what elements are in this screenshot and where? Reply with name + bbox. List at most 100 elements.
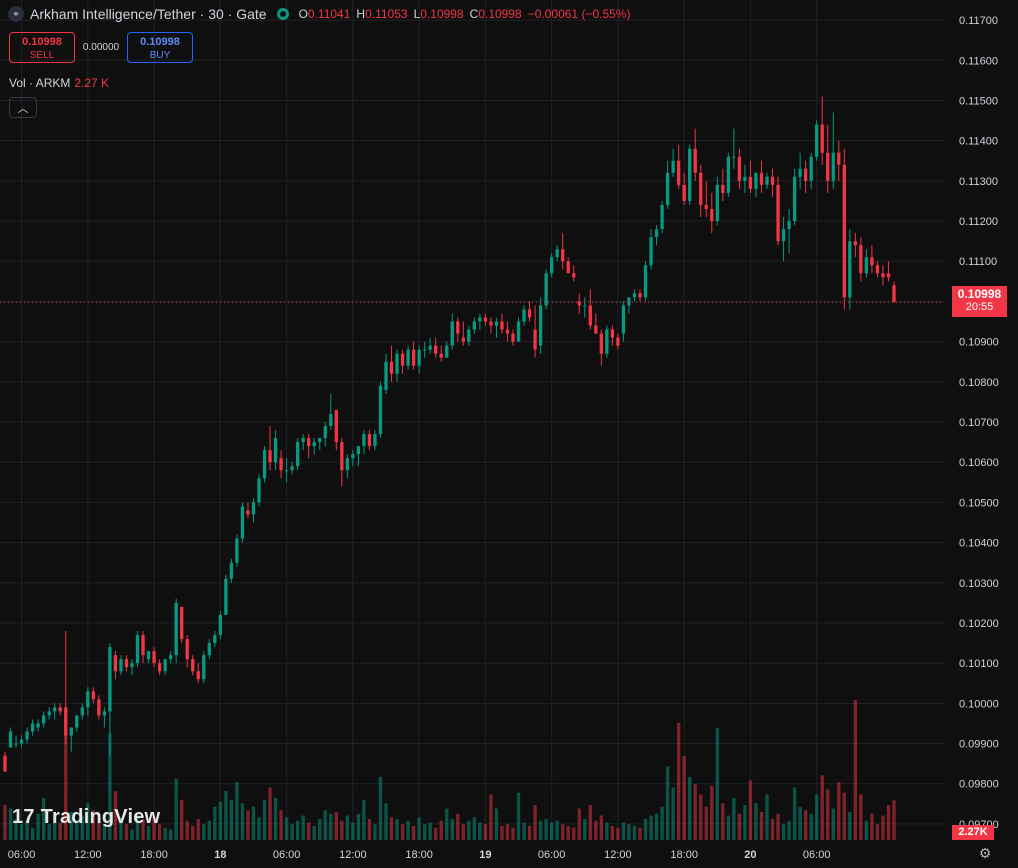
buy-price: 0.10998 — [140, 36, 180, 48]
candle-body — [318, 438, 322, 443]
price-tick-label: 0.11100 — [959, 256, 997, 268]
candle-body — [152, 651, 156, 664]
candle-body — [594, 325, 598, 334]
volume-bar — [301, 815, 305, 840]
volume-bar — [202, 824, 206, 840]
candle-body — [566, 261, 570, 274]
volume-bar — [721, 803, 725, 840]
volume-bar — [566, 826, 570, 840]
volume-bar — [632, 826, 637, 840]
candle-body — [688, 148, 692, 201]
volume-bar — [864, 820, 869, 840]
volume-bar — [489, 794, 493, 840]
candle-body — [290, 466, 294, 471]
candle-body — [803, 168, 808, 181]
volume-bar — [654, 813, 659, 840]
gear-icon[interactable]: ⚙ — [977, 845, 993, 861]
volume-bar — [704, 806, 708, 840]
candle-body — [748, 176, 753, 189]
volume-bar — [770, 819, 775, 840]
candle-body — [25, 731, 29, 740]
volume-bar — [886, 805, 891, 840]
price-chart[interactable]: 0.11700 0.11600 0.11500 0.11400 0.11300 0.112… — [0, 0, 1018, 868]
price-tick-label: 0.10500 — [959, 497, 999, 509]
market-status-icon[interactable] — [276, 8, 289, 20]
candle-body — [417, 349, 421, 366]
volume-bar — [478, 822, 482, 840]
candle-body — [240, 506, 245, 539]
symbol-title[interactable]: Arkham Intelligence/Tether · 30 · Gate — [30, 6, 267, 22]
candle-body — [505, 329, 510, 334]
candle-body — [610, 329, 615, 338]
candle-body — [130, 663, 134, 668]
collapse-legend-button[interactable]: ︿ — [9, 97, 37, 118]
volume-bar — [588, 805, 592, 840]
candle-body — [665, 172, 670, 205]
time-tick-label: 18:00 — [405, 849, 433, 861]
buy-button[interactable]: 0.10998 BUY — [127, 32, 193, 63]
volume-bar — [500, 826, 504, 840]
candle-body — [384, 361, 388, 390]
volume-legend[interactable]: Vol · ARKM 2.27 K — [9, 76, 109, 90]
price-tick-label: 0.11400 — [959, 136, 998, 148]
candle-body — [654, 229, 659, 238]
bar-countdown: 20:55 — [965, 301, 994, 313]
volume-bar — [710, 785, 714, 840]
volume-bar — [809, 813, 813, 840]
volume-bar — [561, 824, 565, 840]
candle-body — [406, 349, 410, 366]
candle-body — [229, 562, 234, 579]
candle-body — [207, 643, 211, 656]
tradingview-logo-icon: 17 — [12, 806, 35, 828]
volume-bar — [340, 820, 344, 840]
volume-bar — [185, 820, 189, 840]
crosshair-icon[interactable]: ⌖ — [8, 6, 24, 22]
volume-bar — [417, 817, 421, 840]
volume-bar — [665, 766, 670, 840]
candle-body — [848, 241, 852, 298]
candle-body — [533, 329, 537, 350]
candle-body — [36, 723, 40, 728]
volume-bar — [831, 808, 835, 840]
candle-body — [428, 345, 432, 350]
candle-body — [19, 739, 24, 744]
volume-bar — [273, 798, 278, 840]
volume-bar — [848, 812, 852, 840]
tradingview-logo[interactable]: 17 TradingView — [12, 806, 160, 829]
volume-bar — [859, 794, 863, 840]
volume-bar — [207, 820, 211, 840]
time-tick-label: 06:00 — [8, 849, 36, 861]
candle-body — [257, 478, 261, 503]
sell-button[interactable]: 0.10998 SELL — [9, 32, 75, 63]
volume-bar — [715, 728, 719, 840]
volume-bar — [312, 826, 316, 840]
volume-bar — [434, 827, 438, 840]
volume-bar — [605, 822, 609, 840]
change-value: −0.00061 (−0.55%) — [527, 7, 631, 21]
volume-bar — [130, 829, 134, 840]
volume-bar — [527, 826, 532, 840]
volume-bar — [445, 808, 449, 840]
ohlc-legend: O0.11041 H0.11053 L0.10998 C0.10998 −0.0… — [299, 7, 631, 21]
logo-text: TradingView — [40, 806, 161, 828]
candle-body — [555, 249, 559, 258]
volume-bar — [737, 813, 742, 840]
candle-body — [14, 743, 18, 745]
time-tick-label: 19 — [479, 849, 491, 861]
candle-body — [643, 265, 648, 298]
volume-bar — [555, 820, 559, 840]
candle-body — [157, 663, 162, 672]
candle-body — [301, 438, 305, 443]
candle-body — [113, 655, 118, 672]
volume-bar — [792, 787, 797, 840]
high-key: H — [356, 7, 366, 21]
candle-body — [196, 671, 200, 680]
candle-body — [754, 172, 758, 189]
candle-body — [588, 305, 592, 326]
volume-bar — [295, 820, 300, 840]
volume-bar — [494, 808, 499, 840]
time-tick-label: 18 — [214, 849, 226, 861]
symbol-header: ⌖ Arkham Intelligence/Tether · 30 · Gate… — [8, 6, 630, 22]
candle-body — [367, 434, 372, 447]
candle-body — [135, 635, 140, 664]
